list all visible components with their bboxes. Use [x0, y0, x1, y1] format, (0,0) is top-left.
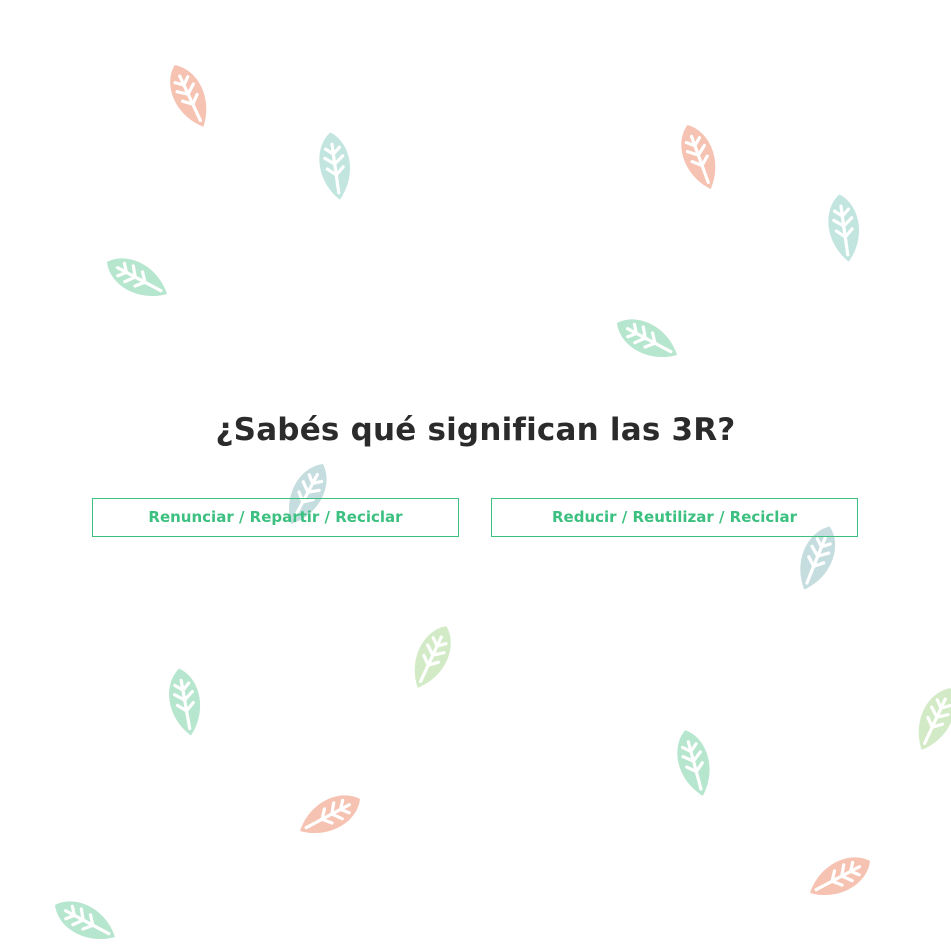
leaf-background	[46, 57, 951, 951]
leaf-icon	[159, 57, 219, 135]
leaf-icon	[402, 618, 462, 696]
leaf-icon	[669, 724, 719, 802]
leaf-icon	[46, 890, 124, 951]
leaf-icon	[98, 247, 176, 309]
answer-button-renunciar[interactable]: Renunciar / Repartir / Reciclar	[92, 498, 459, 537]
quiz-question: ¿Sabés qué significan las 3R?	[215, 412, 736, 448]
leaf-icon	[822, 190, 866, 266]
leaf-icon	[162, 664, 208, 740]
leaf-icon	[291, 784, 369, 846]
leaf-icon	[608, 308, 686, 370]
leaf-icon	[671, 118, 727, 196]
leaf-icon	[801, 846, 879, 908]
leaf-icon	[313, 128, 357, 204]
quiz-screen: ¿Sabés qué significan las 3R? Renunciar …	[0, 0, 951, 951]
leaf-icon	[906, 680, 951, 758]
answer-button-reducir[interactable]: Reducir / Reutilizar / Reciclar	[491, 498, 858, 537]
